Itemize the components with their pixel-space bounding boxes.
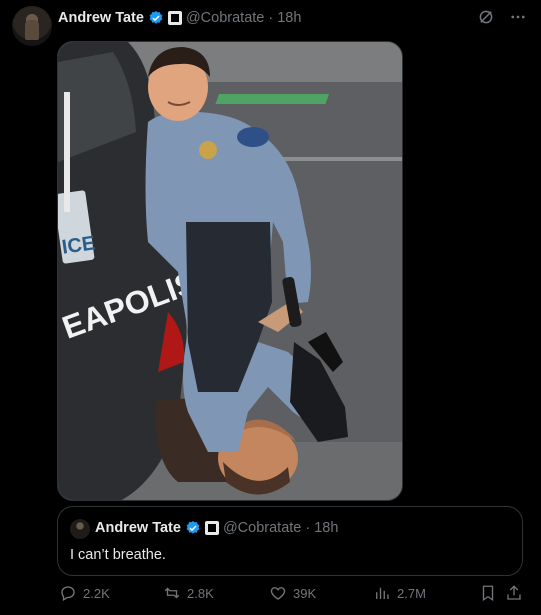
reply-icon xyxy=(61,586,75,601)
repost-count: 2.8K xyxy=(187,585,214,601)
view-count: 2.7M xyxy=(397,585,426,601)
tweet: Andrew Tate @Cobratate · 18h EAPOLIS ICE… xyxy=(0,0,541,615)
share-icon xyxy=(507,585,521,600)
views-button[interactable]: 2.7M xyxy=(373,584,426,602)
quoted-tweet-text: I can’t breathe. xyxy=(70,547,166,563)
verified-badge-icon xyxy=(149,11,163,24)
grok-icon[interactable] xyxy=(477,8,495,26)
share-button[interactable] xyxy=(505,584,523,602)
bookmark-button[interactable] xyxy=(479,584,497,602)
author-avatar[interactable] xyxy=(12,6,52,46)
quoted-tweet[interactable]: Andrew Tate @Cobratate · 18h I can’t bre… xyxy=(57,506,523,576)
quoted-author-handle[interactable]: @Cobratate xyxy=(223,520,301,536)
tweet-image-illustration: EAPOLIS ICE xyxy=(58,42,402,500)
reply-button[interactable]: 2.2K xyxy=(59,584,110,602)
author-handle[interactable]: @Cobratate xyxy=(186,10,264,26)
like-count: 39K xyxy=(293,585,317,601)
car-plate-text: ICE xyxy=(61,232,97,258)
affiliation-badge-icon xyxy=(167,11,182,25)
tweet-actions: 2.2K 2.8K 39K 2.7M xyxy=(57,584,527,606)
header-actions xyxy=(477,8,527,26)
repost-button[interactable]: 2.8K xyxy=(163,584,214,602)
quoted-tweet-time[interactable]: · 18h xyxy=(305,520,338,536)
author-name[interactable]: Andrew Tate xyxy=(58,10,144,26)
views-icon xyxy=(376,587,389,599)
quoted-author-avatar[interactable] xyxy=(70,519,90,539)
heart-icon xyxy=(270,587,286,600)
verified-badge-icon xyxy=(186,521,200,534)
quoted-tweet-header: Andrew Tate @Cobratate · 18h xyxy=(95,520,338,536)
reply-count: 2.2K xyxy=(83,585,110,601)
like-button[interactable]: 39K xyxy=(269,584,316,602)
repost-icon xyxy=(164,587,180,599)
bookmark-icon xyxy=(482,585,494,602)
tweet-time[interactable]: · 18h xyxy=(268,10,301,26)
affiliation-badge-icon xyxy=(204,521,219,535)
quoted-author-name[interactable]: Andrew Tate xyxy=(95,520,181,536)
tweet-image[interactable]: EAPOLIS ICE xyxy=(57,41,403,501)
tweet-header: Andrew Tate @Cobratate · 18h xyxy=(58,8,301,28)
more-icon[interactable] xyxy=(509,8,527,26)
